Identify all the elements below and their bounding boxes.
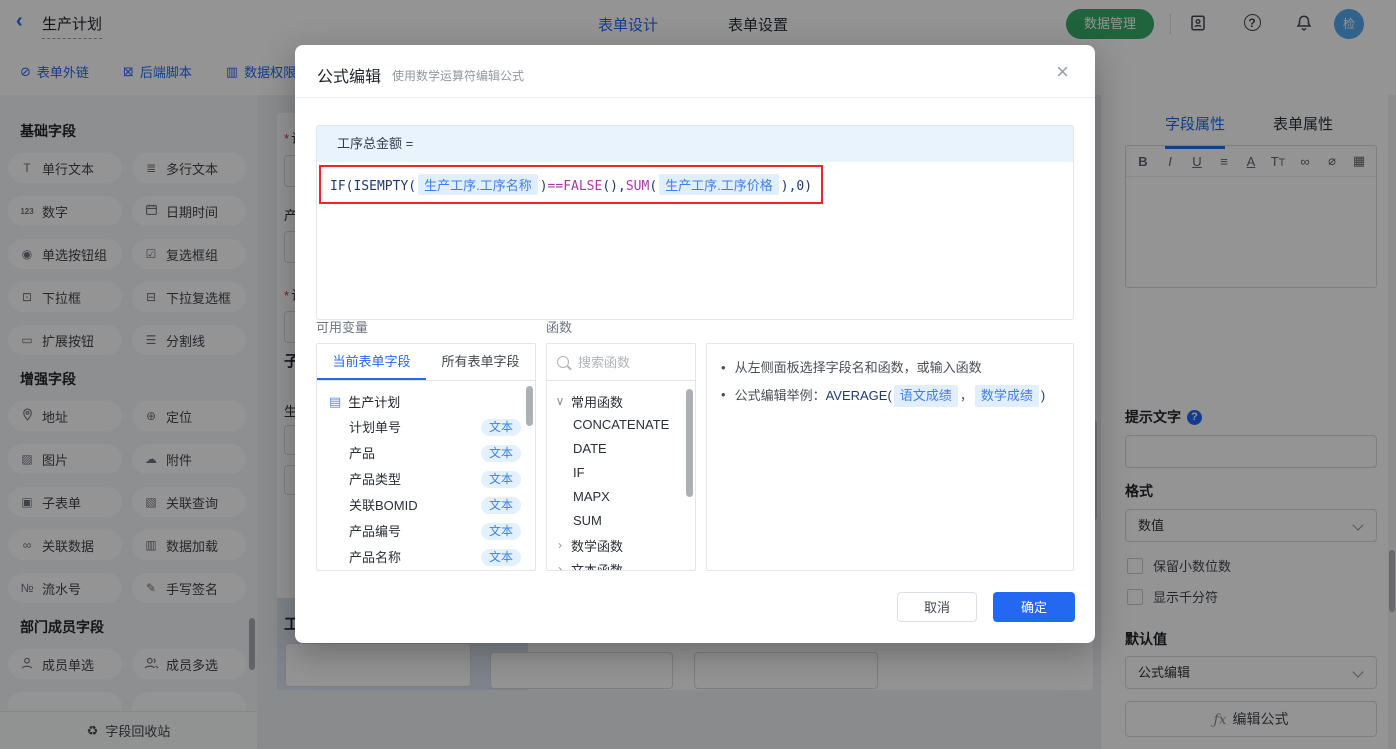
field-chip[interactable]: 生产工序.工序价格 <box>659 174 779 195</box>
formula-token: ( <box>649 179 658 194</box>
formula-edit-modal: 公式编辑 使用数学运算符编辑公式 × 工序总金额 = IF(ISEMPTY(生产… <box>295 45 1095 643</box>
formula-highlight-box: IF(ISEMPTY(生产工序.工序名称)==FALSE(),SUM(生产工序.… <box>319 165 824 204</box>
variable-name: 产品类型 <box>349 472 402 487</box>
form-tree-root[interactable]: ▤ 生产计划 <box>317 381 535 415</box>
bullet-icon: • <box>721 387 726 402</box>
function-group-label: 数学函数 <box>571 538 624 554</box>
formula-expression[interactable]: IF(ISEMPTY(生产工序.工序名称)==FALSE(),SUM(生产工序.… <box>330 174 813 195</box>
formula-token: ) <box>539 179 548 194</box>
hint-segment: 从左侧面板选择字段名和函数，或输入函数 <box>734 360 982 375</box>
field-chip[interactable]: 生产工序.工序名称 <box>418 174 538 195</box>
chevron-right-icon: › <box>558 538 562 552</box>
hint-segment: AVERAGE( <box>825 388 892 403</box>
close-icon[interactable]: × <box>1056 59 1069 85</box>
function-item[interactable]: SUM <box>547 509 695 533</box>
formula-token: SUM <box>625 179 650 194</box>
function-item[interactable]: MAPX <box>547 485 695 509</box>
search-icon <box>557 356 569 368</box>
cancel-button[interactable]: 取消 <box>897 592 977 622</box>
formula-token: IF(ISEMPTY( <box>330 179 417 194</box>
formula-target: 工序总金额 = <box>317 126 1073 162</box>
function-search[interactable] <box>547 344 695 381</box>
variable-row[interactable]: 关联BOMID 文本 <box>317 493 535 519</box>
formula-token: ==FALSE <box>547 179 603 194</box>
hint-segment: ) <box>1040 388 1046 403</box>
hint-line: • 公式编辑举例：AVERAGE(语文成绩，数学成绩) <box>721 385 1059 407</box>
variable-row[interactable]: 产品 文本 <box>317 441 535 467</box>
ok-button[interactable]: 确定 <box>993 592 1075 622</box>
type-tag: 文本 <box>480 523 521 540</box>
variable-row[interactable]: 产品类型 文本 <box>317 467 535 493</box>
formula-token: (), <box>602 179 626 194</box>
function-group[interactable]: › 文本函数 <box>547 557 695 571</box>
type-tag: 文本 <box>480 549 521 566</box>
variable-name: 计划单号 <box>349 420 402 435</box>
hint-text: 从左侧面板选择字段名和函数，或输入函数 <box>735 358 982 378</box>
function-item[interactable]: IF <box>547 461 695 485</box>
formula-editor[interactable]: 工序总金额 = IF(ISEMPTY(生产工序.工序名称)==FALSE(),S… <box>316 125 1074 320</box>
variable-row[interactable]: 计划单号 文本 <box>317 415 535 441</box>
hints-panel: • 从左侧面板选择字段名和函数，或输入函数 • 公式编辑举例：AVERAGE(语文成绩… <box>706 343 1074 571</box>
form-icon: ▤ <box>329 393 342 409</box>
hint-segment: 公式编辑举例： <box>734 388 826 403</box>
formula-token: ),0) <box>780 179 813 194</box>
function-group[interactable]: ∨ 常用函数 <box>547 389 695 413</box>
type-tag: 文本 <box>480 497 521 514</box>
variables-label: 可用变量 <box>316 320 369 335</box>
tab-当前表单字段[interactable]: 当前表单字段 <box>317 344 426 380</box>
chevron-right-icon: › <box>558 562 562 571</box>
variable-name: 产品名称 <box>349 550 402 565</box>
hint-line: • 从左侧面板选择字段名和函数，或输入函数 <box>721 358 1059 378</box>
field-chip[interactable]: 语文成绩 <box>893 385 958 407</box>
functions-label: 函数 <box>546 320 573 335</box>
modal-subtitle: 使用数学运算符编辑公式 <box>392 69 525 83</box>
scrollbar-thumb[interactable] <box>526 386 533 426</box>
variables-panel: 当前表单字段 所有表单字段 ▤ 生产计划 计划单号 文本 产品 文本 产品类型 文本 关联BO… <box>316 343 536 571</box>
chevron-down-icon: ∨ <box>555 394 565 408</box>
functions-panel: ∨ 常用函数 CONCATENATEDATEIFMAPXSUM › 数学函数 › 文本函数 <box>546 343 696 571</box>
hint-segment: ， <box>959 388 973 403</box>
function-group[interactable]: › 数学函数 <box>547 533 695 557</box>
bullet-icon: • <box>721 360 726 375</box>
tab-所有表单字段[interactable]: 所有表单字段 <box>426 344 535 380</box>
function-group-label: 常用函数 <box>571 394 624 410</box>
modal-title: 公式编辑 <box>317 69 382 86</box>
type-tag: 文本 <box>480 471 521 488</box>
type-tag: 文本 <box>480 445 521 462</box>
scrollbar-thumb[interactable] <box>686 389 693 497</box>
type-tag: 文本 <box>480 419 521 436</box>
function-item[interactable]: CONCATENATE <box>547 413 695 437</box>
field-chip[interactable]: 数学成绩 <box>974 385 1039 407</box>
function-group-label: 文本函数 <box>571 562 624 571</box>
function-item[interactable]: DATE <box>547 437 695 461</box>
variable-name: 关联BOMID <box>349 498 418 513</box>
hint-text: 公式编辑举例：AVERAGE(语文成绩，数学成绩) <box>734 385 1046 407</box>
variable-name: 产品 <box>349 446 376 461</box>
variable-row[interactable]: 产品编号 文本 <box>317 519 535 545</box>
variable-name: 产品编号 <box>349 524 402 539</box>
divider <box>295 97 1095 98</box>
function-search-input[interactable] <box>576 353 680 371</box>
variable-row[interactable]: 产品名称 文本 <box>317 545 535 570</box>
